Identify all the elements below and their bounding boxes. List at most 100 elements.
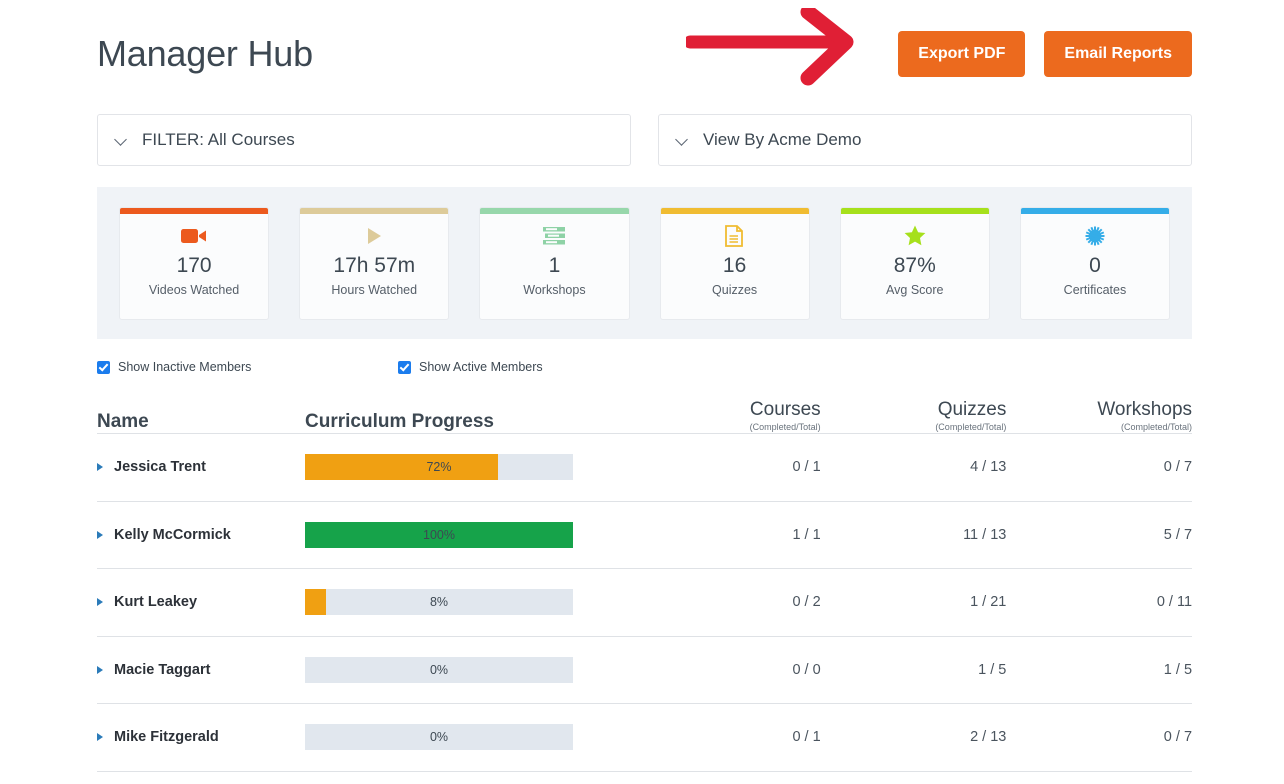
courses-value: 0 / 1 bbox=[792, 459, 821, 476]
quizzes-value: 1 / 5 bbox=[978, 661, 1007, 678]
expand-row-caret-icon[interactable] bbox=[97, 733, 103, 742]
member-name: Mike Fitzgerald bbox=[114, 729, 219, 746]
stat-card-certificates: 0 Certificates bbox=[1019, 206, 1171, 320]
show-active-members-checkbox[interactable]: Show Active Members bbox=[398, 360, 543, 374]
stat-value: 0 bbox=[1089, 253, 1101, 277]
table-row[interactable]: Jessica Trent 72% 0 / 1 4 / 13 0 / 7 bbox=[97, 434, 1192, 502]
stat-accent-bar bbox=[1020, 207, 1170, 214]
quizzes-value: 2 / 13 bbox=[970, 729, 1007, 746]
member-visibility-filters: Show Inactive Members Show Active Member… bbox=[97, 360, 657, 380]
quizzes-value: 1 / 21 bbox=[970, 594, 1007, 611]
column-header-workshops: Workshops (Completed/Total) bbox=[1097, 399, 1193, 432]
stat-card-workshops: 1 Workshops bbox=[479, 206, 630, 320]
checkbox-label: Show Inactive Members bbox=[118, 360, 252, 374]
workshops-value: 0 / 7 bbox=[1163, 459, 1193, 476]
view-by-label: View By Acme Demo bbox=[703, 130, 862, 149]
stat-accent-bar bbox=[300, 207, 449, 214]
courses-value: 1 / 1 bbox=[792, 526, 821, 543]
show-inactive-members-checkbox[interactable]: Show Inactive Members bbox=[97, 360, 251, 374]
stat-label: Certificates bbox=[1063, 282, 1127, 297]
member-name: Macie Taggart bbox=[114, 661, 211, 678]
quizzes-value: 4 / 13 bbox=[970, 459, 1007, 476]
column-header-quizzes: Quizzes (Completed/Total) bbox=[935, 399, 1007, 432]
courses-value: 0 / 1 bbox=[792, 729, 821, 746]
table-header-row: Name Curriculum Progress Courses (Comple… bbox=[97, 392, 1192, 434]
progress-bar-label: 72% bbox=[426, 460, 452, 475]
star-icon bbox=[904, 216, 926, 256]
export-pdf-button[interactable]: Export PDF bbox=[898, 31, 1026, 77]
members-table: Name Curriculum Progress Courses (Comple… bbox=[97, 392, 1192, 772]
progress-bar-label: 0% bbox=[429, 662, 449, 677]
quizzes-value: 11 / 13 bbox=[963, 526, 1007, 543]
progress-bar: 100% bbox=[305, 521, 573, 548]
stat-card-hours-watched: 17h 57m Hours Watched bbox=[299, 206, 450, 320]
checkbox-checked-icon[interactable] bbox=[398, 360, 411, 374]
table-row[interactable]: Mike Fitzgerald 0% 0 / 1 2 / 13 0 / 7 bbox=[97, 704, 1192, 772]
view-by-dropdown[interactable]: View By Acme Demo bbox=[658, 114, 1192, 166]
stat-card-quizzes: 16 Quizzes bbox=[659, 206, 810, 320]
stat-accent-bar bbox=[840, 207, 989, 214]
workshops-value: 0 / 7 bbox=[1163, 729, 1193, 746]
courses-value: 0 / 0 bbox=[792, 661, 821, 678]
checkbox-checked-icon[interactable] bbox=[97, 360, 110, 374]
progress-bar-label: 0% bbox=[429, 730, 449, 745]
document-icon bbox=[725, 216, 744, 256]
column-header-progress: Curriculum Progress bbox=[305, 411, 494, 432]
column-header-courses: Courses (Completed/Total) bbox=[749, 399, 821, 432]
play-triangle-icon bbox=[364, 216, 384, 256]
stat-label: Videos Watched bbox=[148, 282, 240, 297]
progress-bar: 72% bbox=[305, 454, 573, 481]
progress-bar-label: 100% bbox=[423, 527, 455, 542]
table-row[interactable]: Kelly McCormick 100% 1 / 1 11 / 13 5 / 7 bbox=[97, 502, 1193, 569]
red-annotation-arrow-icon bbox=[686, 8, 854, 86]
courses-value: 0 / 2 bbox=[792, 594, 821, 611]
page-title: Manager Hub bbox=[97, 33, 313, 74]
page-header: Manager Hub Export PDF Email Reports bbox=[0, 0, 1284, 104]
stat-value: 170 bbox=[176, 253, 212, 277]
manager-hub-page: Manager Hub Export PDF Email Reports FIL… bbox=[0, 0, 1284, 784]
member-name: Kurt Leakey bbox=[114, 594, 198, 611]
expand-row-caret-icon[interactable] bbox=[97, 665, 103, 674]
video-camera-icon bbox=[181, 216, 207, 256]
stat-label: Avg Score bbox=[886, 282, 944, 297]
stat-value: 17h 57m bbox=[333, 253, 416, 277]
stat-label: Workshops bbox=[523, 282, 586, 297]
email-reports-button[interactable]: Email Reports bbox=[1044, 31, 1192, 77]
workshops-value: 0 / 11 bbox=[1156, 594, 1193, 611]
column-header-name: Name bbox=[97, 411, 149, 432]
table-row[interactable]: Kurt Leakey 8% 0 / 2 1 / 21 0 / 11 bbox=[97, 569, 1192, 637]
certificate-seal-icon bbox=[1085, 216, 1105, 256]
checkbox-label: Show Active Members bbox=[419, 360, 543, 374]
progress-bar-label: 8% bbox=[429, 595, 449, 610]
filter-bar: FILTER: All Courses View By Acme Demo bbox=[97, 114, 1192, 166]
stat-card-avg-score: 87% Avg Score bbox=[839, 206, 990, 320]
progress-bar: 0% bbox=[305, 656, 573, 683]
stat-card-videos-watched: 170 Videos Watched bbox=[119, 206, 270, 320]
workshops-value: 5 / 7 bbox=[1163, 526, 1193, 543]
stat-value: 16 bbox=[722, 253, 747, 277]
member-name: Kelly McCormick bbox=[114, 526, 231, 543]
expand-row-caret-icon[interactable] bbox=[97, 530, 103, 539]
stat-label: Quizzes bbox=[712, 282, 758, 297]
chevron-down-icon bbox=[115, 134, 128, 147]
expand-row-caret-icon[interactable] bbox=[97, 463, 103, 472]
list-stack-icon bbox=[543, 216, 566, 256]
stats-panel: 170 Videos Watched 17h 57m Hours Watched bbox=[97, 187, 1192, 339]
progress-bar: 0% bbox=[305, 724, 573, 751]
progress-bar: 8% bbox=[305, 589, 573, 616]
expand-row-caret-icon[interactable] bbox=[97, 598, 103, 607]
filter-courses-label: FILTER: All Courses bbox=[142, 130, 295, 149]
table-body: Jessica Trent 72% 0 / 1 4 / 13 0 / 7 Kelly Mc… bbox=[97, 434, 1192, 772]
chevron-down-icon bbox=[676, 134, 689, 147]
workshops-value: 1 / 5 bbox=[1163, 661, 1193, 678]
table-row[interactable]: Macie Taggart 0% 0 / 0 1 / 5 1 / 5 bbox=[97, 637, 1193, 704]
stat-value: 1 bbox=[548, 253, 561, 277]
stat-accent-bar bbox=[660, 207, 809, 214]
filter-courses-dropdown[interactable]: FILTER: All Courses bbox=[97, 114, 631, 166]
stat-value: 87% bbox=[893, 253, 936, 277]
header-actions: Export PDF Email Reports bbox=[898, 31, 1192, 77]
member-name: Jessica Trent bbox=[114, 459, 206, 476]
stat-accent-bar bbox=[120, 207, 269, 214]
stat-accent-bar bbox=[480, 207, 629, 214]
stat-label: Hours Watched bbox=[331, 282, 418, 297]
